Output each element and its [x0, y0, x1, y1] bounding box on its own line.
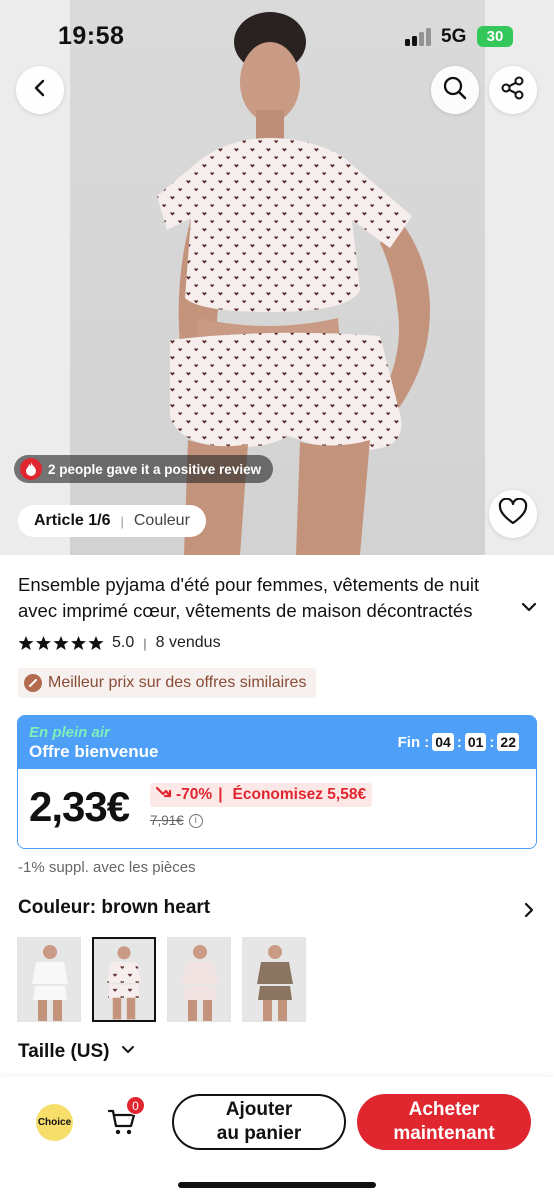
offer-name: Offre bienvenue [29, 742, 159, 761]
savings-text: Économisez 5,58€ [232, 786, 367, 803]
discount-percent: -70% [176, 786, 213, 803]
search-button[interactable] [431, 66, 479, 114]
heart-outline-icon [498, 497, 528, 531]
color-option-red-heart[interactable] [167, 937, 231, 1022]
cart-count-badge: 0 [126, 1096, 145, 1115]
add-to-cart-line1: Ajouter [225, 1099, 293, 1120]
buy-now-line2: maintenant [393, 1123, 495, 1144]
best-price-badge: Meilleur prix sur des offres similaires [18, 668, 317, 698]
sold-count: 8 vendus [155, 634, 221, 651]
welcome-offer-card: En plein air Offre bienvenue Fin : 04: 0… [17, 715, 537, 849]
status-time: 19:58 [58, 22, 125, 50]
search-icon [442, 75, 468, 106]
rating-row[interactable]: 5.0 | 8 vendus [18, 634, 221, 652]
fire-icon [20, 458, 42, 480]
original-price-row: 7,91€ i [150, 813, 203, 828]
countdown-minutes: 01 [464, 733, 487, 751]
article-label: Article 1/6 [34, 512, 111, 529]
expand-title-chevron-icon[interactable] [520, 600, 538, 619]
tag-icon [24, 674, 42, 692]
home-indicator [178, 1182, 376, 1188]
offer-body: 2,33€ -70% | Économisez 5,58€ 7,91€ i [18, 769, 536, 848]
buy-now-button[interactable]: Acheter maintenant [357, 1094, 531, 1150]
color-label: Couleur: brown heart [18, 897, 211, 918]
size-selector[interactable]: Taille (US) [18, 1041, 136, 1063]
color-option-leopard[interactable] [242, 937, 306, 1022]
positive-review-banner: 2 people gave it a positive review [14, 455, 274, 483]
offer-header: En plein air Offre bienvenue Fin : 04: 0… [18, 716, 536, 769]
divider: | [120, 513, 124, 529]
wishlist-button[interactable] [489, 490, 537, 538]
star-rating-icon [18, 635, 104, 651]
info-icon[interactable]: i [188, 813, 203, 828]
chevron-right-icon [522, 901, 536, 924]
share-icon [500, 75, 526, 106]
down-arrow-icon [155, 786, 172, 805]
choice-badge[interactable]: Choice [36, 1104, 73, 1141]
article-selector[interactable]: Article 1/6 | Couleur [18, 505, 206, 537]
chevron-down-icon [120, 1043, 136, 1061]
offer-tag: En plein air [29, 724, 110, 741]
countdown-hours: 04 [432, 733, 454, 751]
product-title-line2: avec imprimé cœur, vêtements de maison d… [18, 600, 473, 621]
coins-discount-text: -1% suppl. avec les pièces [18, 859, 196, 876]
divider: | [218, 786, 223, 803]
review-text: 2 people gave it a positive review [48, 461, 262, 477]
status-bar: 19:58 5G 30 [0, 0, 554, 70]
add-to-cart-button[interactable]: Ajouter au panier [172, 1094, 346, 1150]
chevron-left-icon [30, 78, 50, 103]
product-title-line1: Ensemble pyjama d'été pour femmes, vêtem… [18, 574, 480, 595]
color-selector-header[interactable]: Couleur: brown heart [18, 897, 536, 925]
offer-countdown: Fin : 04: 01: 22 [398, 733, 522, 751]
current-price: 2,33€ [29, 783, 130, 830]
buy-now-line1: Acheter [408, 1099, 480, 1120]
back-button[interactable] [16, 66, 64, 114]
network-type: 5G [441, 26, 467, 47]
countdown-seconds: 22 [497, 733, 519, 751]
signal-icon [405, 28, 435, 46]
divider: | [143, 635, 147, 651]
add-to-cart-line2: au panier [216, 1123, 302, 1144]
share-button[interactable] [489, 66, 537, 114]
rating-value: 5.0 [112, 634, 135, 651]
color-option-brown-heart[interactable] [92, 937, 156, 1022]
color-option-white[interactable] [17, 937, 81, 1022]
best-price-text: Meilleur prix sur des offres similaires [48, 674, 307, 691]
battery-icon: 30 [477, 26, 513, 47]
bottom-action-bar: Choice 0 Ajouter au panier Acheter maint… [0, 1077, 554, 1199]
product-title: Ensemble pyjama d'été pour femmes, vêtem… [18, 572, 518, 624]
product-image-gallery[interactable]: 19:58 5G 30 2 people gave it a positive … [0, 0, 554, 555]
size-label: Taille (US) [18, 1041, 110, 1062]
article-color-label: Couleur [133, 512, 190, 529]
countdown-label: Fin : [397, 733, 430, 751]
color-thumbnails [17, 937, 306, 1022]
discount-badge: -70% | Économisez 5,58€ [150, 783, 373, 807]
original-price: 7,91€ [150, 813, 184, 828]
